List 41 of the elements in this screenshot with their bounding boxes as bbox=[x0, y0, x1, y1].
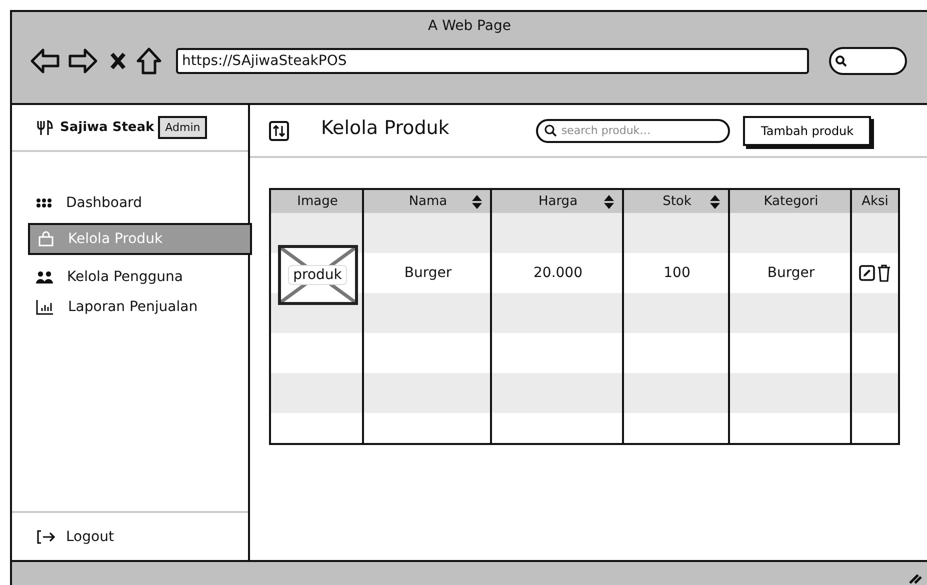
image-label: produk bbox=[288, 265, 347, 285]
search-field[interactable]: search produk… bbox=[536, 118, 730, 142]
column-header: Image bbox=[271, 190, 364, 213]
trash-icon[interactable] bbox=[877, 264, 891, 282]
back-arrow-icon[interactable] bbox=[30, 48, 60, 74]
page-title: Kelola Produk bbox=[321, 116, 450, 138]
role-badge: Admin bbox=[158, 116, 208, 139]
column-header[interactable]: Nama bbox=[364, 190, 492, 213]
column-header[interactable]: Stok bbox=[624, 190, 730, 213]
sort-icon bbox=[604, 195, 614, 209]
close-icon[interactable] bbox=[110, 52, 126, 70]
fork-knife-icon bbox=[36, 120, 54, 136]
brand-name: Sajiwa Steak bbox=[60, 120, 154, 135]
search-icon bbox=[835, 55, 847, 67]
logout-label: Logout bbox=[66, 528, 114, 544]
browser-search-field[interactable] bbox=[829, 47, 907, 75]
logout-icon bbox=[36, 530, 56, 544]
grid-icon bbox=[36, 198, 52, 208]
nav-item[interactable]: Kelola Pengguna bbox=[28, 261, 252, 293]
nav-item[interactable]: Dashboard bbox=[28, 187, 252, 219]
resize-grip-icon[interactable] bbox=[908, 572, 922, 584]
sort-icon bbox=[710, 195, 720, 209]
shopping-bag-icon bbox=[38, 231, 54, 247]
home-icon[interactable] bbox=[136, 47, 162, 75]
table-cell: 100 bbox=[664, 265, 690, 281]
column-header[interactable]: Harga bbox=[492, 190, 624, 213]
search-icon bbox=[544, 124, 558, 137]
address-field[interactable]: https://SAjiwaSteakPOS bbox=[176, 48, 809, 74]
bar-chart-icon bbox=[36, 299, 54, 315]
forward-arrow-icon[interactable] bbox=[68, 48, 98, 74]
sort-toggle-icon[interactable] bbox=[269, 120, 289, 140]
sort-icon bbox=[472, 195, 482, 209]
table-cell: Burger bbox=[404, 265, 452, 281]
nav-item[interactable]: Laporan Penjualan bbox=[28, 291, 252, 323]
users-icon bbox=[36, 270, 53, 284]
table-cell: Burger bbox=[767, 265, 815, 281]
column-header: Aksi bbox=[852, 190, 898, 213]
column-header: Kategori bbox=[730, 190, 852, 213]
window-title: A Web Page bbox=[427, 17, 512, 36]
edit-icon[interactable] bbox=[859, 265, 875, 281]
table-cell: 20.000 bbox=[534, 265, 582, 281]
